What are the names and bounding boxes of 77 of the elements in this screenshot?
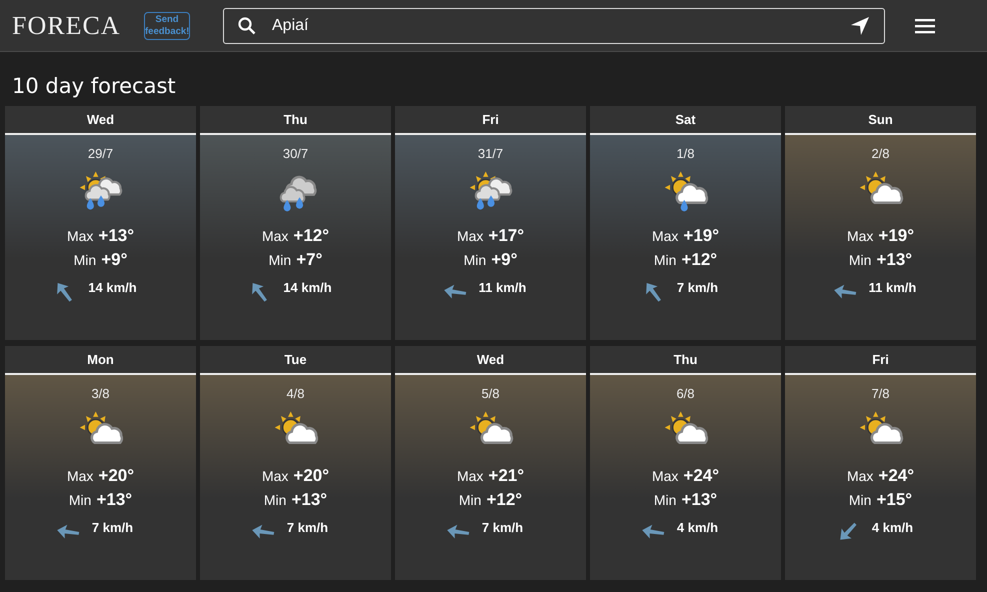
weekday-header: Thu (200, 106, 391, 135)
max-label: Max (456, 228, 484, 244)
weekday-header: Mon (5, 346, 196, 375)
weekday-header: Sun (785, 106, 976, 135)
wind-speed: 4 km/h (872, 520, 914, 535)
max-temperature: +21° (488, 466, 524, 486)
min-temperature: +12° (681, 250, 718, 270)
max-label: Max (846, 228, 874, 244)
min-label: Min (464, 252, 486, 268)
max-temperature: +19° (878, 226, 914, 246)
wind-speed: 7 km/h (482, 520, 524, 535)
wind-speed: 11 km/h (868, 280, 916, 295)
date-label: 29/7 (88, 146, 114, 161)
weekday-header: Tue (200, 346, 391, 375)
min-label: Min (268, 252, 292, 268)
min-temperature: +13° (291, 490, 328, 510)
max-temperature: +24° (878, 466, 914, 486)
max-label: Max (66, 468, 94, 484)
max-temperature: +20° (293, 466, 330, 486)
min-label: Min (848, 492, 872, 508)
weekday-header: Sat (590, 106, 781, 135)
wind-speed: 14 km/h (283, 280, 332, 295)
date-label: 30/7 (282, 146, 308, 161)
min-label: Min (848, 252, 872, 268)
weekday-header: Fri (785, 346, 976, 375)
min-label: Min (654, 492, 676, 508)
min-temperature: +9° (101, 250, 128, 270)
min-label: Min (264, 492, 286, 508)
date-label: 31/7 (478, 146, 504, 161)
date-label: 3/8 (91, 386, 110, 401)
max-label: Max (262, 468, 288, 484)
min-label: Min (654, 252, 676, 268)
max-label: Max (66, 228, 94, 244)
max-temperature: +13° (98, 226, 134, 246)
logo[interactable]: FORECA (12, 10, 132, 40)
location-arrow-icon[interactable] (850, 16, 870, 36)
max-temperature: +12° (293, 226, 330, 246)
date-label: 1/8 (676, 146, 695, 161)
weekday-header: Wed (395, 346, 586, 375)
max-label: Max (846, 468, 874, 484)
weekday-header: Wed (5, 106, 196, 135)
feedback-link[interactable]: Send feedback! (144, 12, 190, 40)
wind-speed: 7 km/h (676, 280, 718, 295)
min-label: Min (458, 492, 482, 508)
min-temperature: +7° (296, 250, 322, 270)
max-label: Max (652, 468, 678, 484)
max-temperature: +19° (683, 226, 720, 246)
date-label: 4/8 (286, 386, 305, 401)
date-label: 2/8 (871, 146, 890, 161)
wind-speed: 11 km/h (478, 280, 526, 295)
max-temperature: +17° (488, 226, 524, 246)
min-label: Min (68, 492, 92, 508)
max-label: Max (456, 468, 484, 484)
wind-speed: 7 km/h (92, 520, 134, 535)
wind-speed: 14 km/h (88, 280, 137, 295)
weekday-header: Thu (590, 346, 781, 375)
max-label: Max (262, 228, 288, 244)
max-label: Max (652, 228, 678, 244)
wind-speed: 7 km/h (286, 520, 328, 535)
wind-speed: 4 km/h (676, 520, 718, 535)
min-temperature: +12° (486, 490, 522, 510)
min-label: Min (74, 252, 96, 268)
date-label: 7/8 (871, 386, 890, 401)
date-label: 5/8 (481, 386, 500, 401)
min-temperature: +15° (876, 490, 912, 510)
menu-icon[interactable] (915, 18, 935, 34)
max-temperature: +20° (98, 466, 134, 486)
page-title: 10 day forecast (11, 73, 177, 100)
min-temperature: +13° (96, 490, 132, 510)
search-field[interactable]: Apiaí (223, 8, 885, 44)
weekday-header: Fri (395, 106, 586, 135)
date-label: 6/8 (676, 386, 695, 401)
search-icon (238, 16, 256, 34)
min-temperature: +13° (681, 490, 718, 510)
min-temperature: +9° (491, 250, 518, 270)
max-temperature: +24° (683, 466, 720, 486)
min-temperature: +13° (876, 250, 912, 270)
